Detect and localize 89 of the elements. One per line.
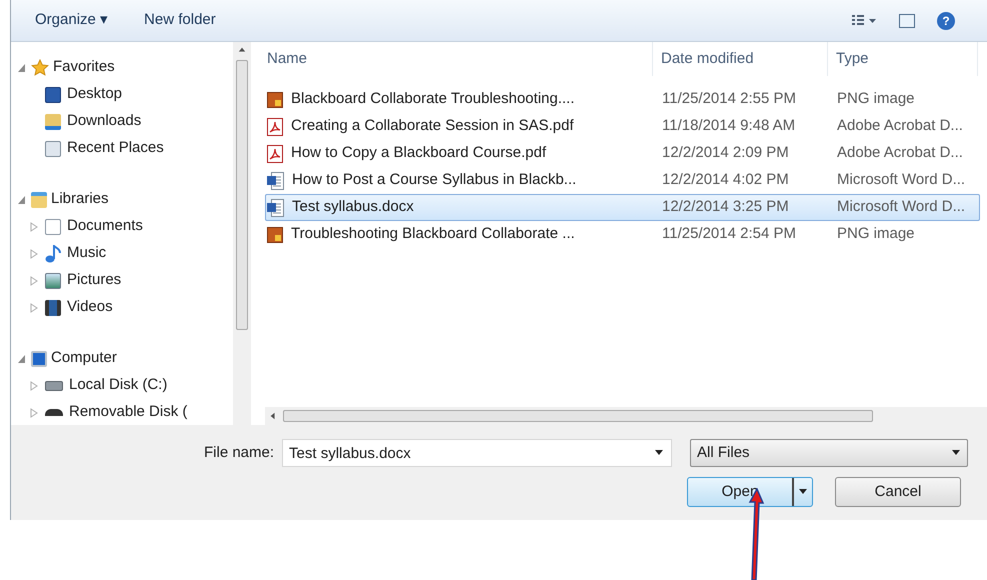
film-icon: [45, 300, 61, 316]
nav-item[interactable]: Pictures: [11, 267, 233, 294]
file-name: Troubleshooting Blackboard Collaborate ...: [291, 224, 575, 244]
file-type: Microsoft Word D...: [836, 170, 966, 190]
image-file-icon: [267, 226, 283, 242]
nav-label: Removable Disk (: [69, 402, 188, 422]
expanded-arrow-icon[interactable]: [17, 354, 27, 364]
date-modified: 11/25/2014 2:54 PM: [661, 224, 797, 244]
star-icon: [31, 58, 49, 76]
file-type: PNG image: [836, 224, 916, 244]
file-name-label: File name:: [204, 442, 274, 463]
nav-label: Music: [67, 243, 106, 264]
file-row[interactable]: How to Post a Course Syllabus in Blackb... 12/2/2014 4:02 PM Microsoft Word D...: [265, 167, 980, 194]
file-name: Creating a Collaborate Session in SAS.pdf: [291, 116, 574, 136]
file-name: Test syllabus.docx: [292, 197, 414, 218]
nav-item[interactable]: Documents: [11, 213, 233, 240]
collapsed-arrow-icon[interactable]: [29, 408, 39, 418]
recent-places-icon: [45, 140, 61, 156]
word-file-icon: [267, 198, 284, 216]
collapsed-arrow-icon[interactable]: [29, 248, 39, 258]
nav-label: Videos: [67, 297, 113, 318]
file-row[interactable]: Creating a Collaborate Session in SAS.pdf 11/18/2014 9:48 AM Adobe Acrobat D...: [265, 113, 980, 140]
date-modified: 12/2/2014 2:09 PM: [661, 143, 790, 164]
pdf-file-icon: [267, 118, 283, 136]
word-file-icon: [267, 172, 284, 190]
nav-label: Favorites: [53, 57, 115, 78]
file-type: Adobe Acrobat D...: [836, 116, 964, 136]
date-modified: 12/2/2014 4:02 PM: [661, 170, 790, 190]
file-row[interactable]: How to Copy a Blackboard Course.pdf 12/2/2014 2:09 PM Adobe Acrobat D...: [265, 140, 980, 167]
help-icon[interactable]: ?: [937, 12, 955, 30]
collapsed-arrow-icon[interactable]: [29, 302, 39, 312]
file-name: How to Post a Course Syllabus in Blackb...: [292, 170, 576, 190]
cancel-button[interactable]: Cancel: [835, 477, 961, 507]
column-header[interactable]: Name: [265, 42, 653, 76]
nav-item[interactable]: Desktop: [11, 81, 233, 108]
nav-label: Libraries: [51, 189, 109, 210]
scroll-left-icon[interactable]: [269, 412, 277, 420]
nav-item[interactable]: Downloads: [11, 108, 233, 135]
view-options-icon[interactable]: [851, 14, 877, 26]
date-modified: 11/18/2014 9:48 AM: [661, 116, 796, 136]
nav-label: Desktop: [67, 84, 122, 104]
nav-item[interactable]: Removable Disk (: [11, 399, 233, 426]
computer-icon: [31, 350, 47, 366]
scroll-up-icon[interactable]: [238, 46, 246, 54]
nav-group[interactable]: Favorites: [11, 54, 233, 81]
file-type: Adobe Acrobat D...: [836, 143, 964, 164]
column-header[interactable]: Date modified: [653, 42, 828, 76]
preview-pane-icon[interactable]: [899, 14, 915, 28]
collapsed-arrow-icon[interactable]: [29, 276, 39, 286]
column-header[interactable]: Type: [828, 42, 978, 76]
expanded-arrow-icon[interactable]: [17, 194, 27, 204]
folder-icon: [45, 114, 61, 130]
desktop-icon: [45, 86, 61, 102]
image-file-icon: [267, 92, 283, 108]
date-modified: 11/25/2014 2:55 PM: [661, 89, 797, 110]
new-folder-button[interactable]: New folder: [144, 9, 216, 32]
date-modified: 12/2/2014 3:25 PM: [661, 197, 790, 218]
nav-label: Local Disk (C:): [69, 375, 168, 396]
file-row[interactable]: Troubleshooting Blackboard Collaborate ... 11/25/2014 2:54 PM PNG image: [265, 221, 980, 248]
file-type-dropdown[interactable]: All Files: [690, 439, 968, 467]
nav-label: Computer: [51, 348, 117, 368]
horizontal-scrollbar[interactable]: [265, 407, 987, 425]
nav-item[interactable]: Music: [11, 240, 233, 267]
nav-item[interactable]: Local Disk (C:): [11, 372, 233, 399]
file-type: PNG image: [836, 89, 916, 110]
vertical-scrollbar[interactable]: [233, 42, 251, 425]
expanded-arrow-icon[interactable]: [17, 62, 27, 72]
file-name-field[interactable]: Test syllabus.docx: [282, 439, 672, 467]
collapsed-arrow-icon[interactable]: [29, 380, 39, 390]
file-row[interactable]: Blackboard Collaborate Troubleshooting.... 11/25/2014 2:55 PM PNG image: [265, 86, 980, 113]
nav-label: Downloads: [67, 111, 142, 132]
nav-label: Recent Places: [67, 138, 164, 158]
file-row[interactable]: Test syllabus.docx 12/2/2014 3:25 PM Microsoft Word D...: [265, 194, 980, 221]
collapsed-arrow-icon[interactable]: [29, 222, 39, 232]
pdf-file-icon: [267, 144, 283, 162]
document-icon: [45, 218, 61, 234]
file-name: Blackboard Collaborate Troubleshooting....: [291, 89, 575, 110]
music-note-icon: [45, 244, 61, 262]
nav-label: Documents: [67, 216, 143, 236]
picture-icon: [45, 272, 61, 288]
nav-item[interactable]: Videos: [11, 294, 233, 321]
nav-group[interactable]: Libraries: [11, 186, 233, 213]
organize-menu[interactable]: Organize ▾: [35, 9, 108, 32]
nav-group[interactable]: Computer: [11, 345, 233, 372]
nav-label: Pictures: [67, 270, 122, 290]
file-type: Microsoft Word D...: [836, 197, 966, 218]
nav-item[interactable]: Recent Places: [11, 135, 233, 162]
file-name: How to Copy a Blackboard Course.pdf: [291, 143, 546, 164]
folder-icon: [31, 192, 47, 208]
